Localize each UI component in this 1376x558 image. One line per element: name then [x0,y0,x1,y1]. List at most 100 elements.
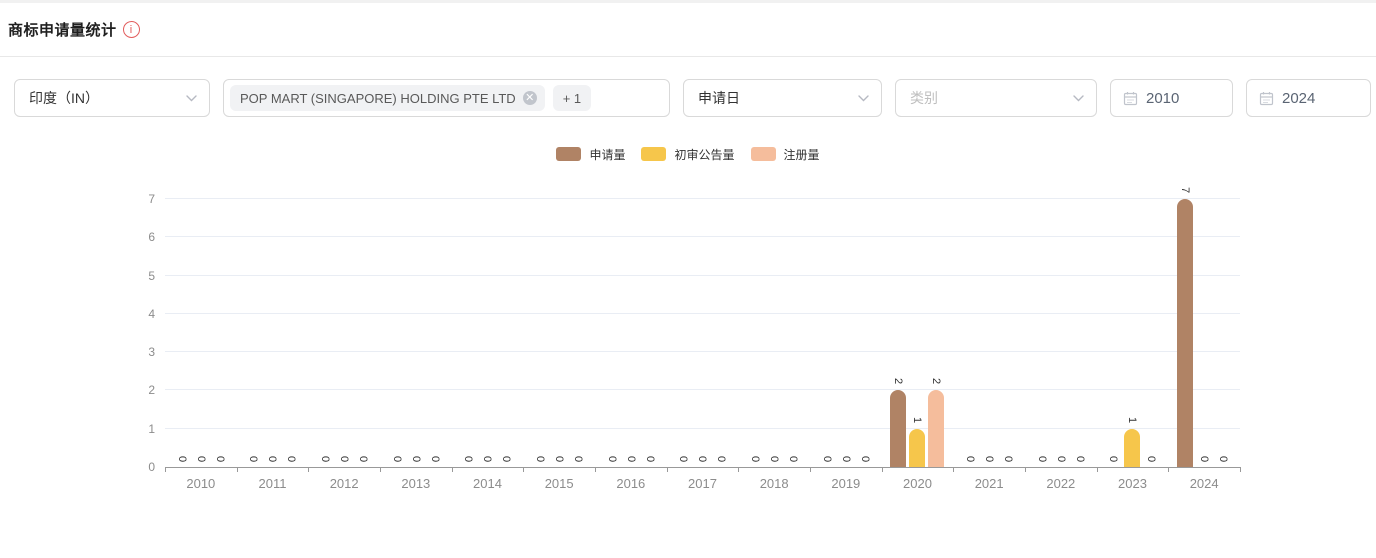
bar-slot: 0 [479,200,495,467]
x-axis-label: 2011 [258,476,287,491]
x-axis-label: 2024 [1189,476,1219,491]
bar-slot: 0 [962,200,978,467]
bar-slot: 0 [336,200,352,467]
category-select[interactable]: 类别 [895,79,1097,117]
x-axis-label: 2021 [974,476,1004,491]
bar-slot: 0 [623,200,639,467]
year-group: 0 0 0 2010 [165,200,237,491]
chart-legend: 申请量 初审公告量 注册量 [0,145,1376,163]
bar-slot: 0 [604,200,620,467]
bar-chart: 0 1 2 3 4 5 6 7 0 0 0 2010 0 0 0 2011 0 0 0 2012 0 0 0 2013 0 0 0 2… [148,187,1241,500]
bar-slot: 0 [389,200,405,467]
year-group: 0 0 0 2016 [595,200,667,491]
bar-初审公告量 [1124,429,1141,467]
close-icon[interactable]: ✕ [522,91,537,105]
bar-value-label: 0 [1073,455,1086,463]
x-axis-tick [1240,467,1241,472]
bar-slot: 0 [408,200,424,467]
x-axis-tick [523,467,525,472]
x-axis-label: 2019 [831,476,861,491]
y-axis-tick-label: 3 [148,345,155,359]
bar-slot: 0 [1105,200,1121,467]
bar-value-label: 0 [677,455,690,463]
legend-swatch [641,147,667,161]
year-group: 0 0 0 2019 [810,200,882,491]
bar-value-label: 0 [1145,455,1158,463]
applicant-input[interactable]: POP MART (SINGAPORE) HOLDING PTE LTD ✕ +… [223,79,670,117]
bar-value-label: 0 [983,455,996,463]
bar-value-label: 0 [500,455,513,463]
country-select[interactable]: 印度（IN） [14,79,210,117]
date-type-select[interactable]: 申请日 [683,79,882,117]
bar-value-label: 0 [749,455,762,463]
bar-slot: 0 [264,200,280,467]
end-year-input[interactable]: 2024 [1246,79,1371,117]
chevron-down-icon [186,94,197,102]
bar-slot: 2 [928,200,945,467]
bar-value-label: 0 [605,455,618,463]
bar-slot: 0 [1053,200,1069,467]
bar-value-label: 0 [285,455,298,463]
x-axis-tick [953,467,955,472]
start-year-input[interactable]: 2010 [1110,79,1233,117]
bar-value-label: 7 [1179,186,1192,194]
bar-slot: 0 [766,200,782,467]
legend-item[interactable]: 申请量 [556,146,625,163]
legend-swatch [556,147,582,161]
bar-slot: 0 [819,200,835,467]
bar-slot: 0 [570,200,586,467]
x-axis-label: 2020 [903,476,932,491]
info-icon[interactable]: i [122,21,140,38]
country-select-value: 印度（IN） [29,90,99,106]
chevron-down-icon [858,94,869,102]
year-group: 0 0 0 2012 [308,200,380,491]
y-axis-tick-label: 0 [148,460,155,474]
category-select-placeholder: 类别 [910,90,938,106]
bar-slot: 0 [460,200,476,467]
year-group: 0 0 0 2018 [738,200,810,491]
bar-slot: 0 [427,200,443,467]
bar-申请量 [1177,199,1194,467]
bar-value-label: 0 [715,455,728,463]
bar-value-label: 0 [768,455,781,463]
date-type-select-value: 申请日 [698,90,740,106]
x-axis-tick [1168,467,1170,472]
x-axis-label: 2017 [688,476,717,491]
legend-item[interactable]: 注册量 [750,146,820,163]
year-group: 0 0 0 2013 [380,200,452,491]
applicant-more-tag[interactable]: + 1 [552,85,592,111]
legend-label: 初审公告量 [674,147,735,162]
bar-value-label: 0 [175,455,188,463]
bar-value-label: 0 [247,455,260,463]
bar-value-label: 0 [1035,455,1048,463]
x-axis-label: 2015 [544,476,574,491]
year-group: 0 0 0 2021 [953,200,1025,491]
x-axis-tick [236,467,238,472]
year-group: 0 0 0 2015 [523,200,595,491]
bar-slot: 0 [212,200,228,467]
bar-slot: 0 [355,200,371,467]
legend-item[interactable]: 初审公告量 [641,146,735,163]
x-axis-tick [165,467,166,472]
calendar-icon [1259,91,1274,106]
bar-value-label: 0 [820,455,833,463]
year-group: 0 1 0 2023 [1097,200,1169,491]
bar-value-label: 0 [534,455,547,463]
y-axis-tick-label: 1 [148,422,155,436]
x-axis-label: 2010 [186,476,216,491]
bar-slot: 0 [694,200,710,467]
chevron-down-icon [1073,94,1084,102]
page-title: 商标申请量统计 [8,22,117,39]
x-axis-label: 2014 [473,476,502,491]
y-axis-tick-label: 2 [148,383,155,397]
bar-slot: 2 [890,200,907,467]
bar-value-label: 0 [428,455,441,463]
bar-slot: 1 [909,200,926,467]
calendar-icon [1123,91,1138,106]
bar-slot: 0 [551,200,567,467]
x-axis-tick [738,467,740,472]
y-axis-tick-label: 5 [148,269,155,283]
bar-slot: 0 [675,200,691,467]
bar-slot: 0 [713,200,729,467]
x-axis-label: 2012 [329,476,359,491]
